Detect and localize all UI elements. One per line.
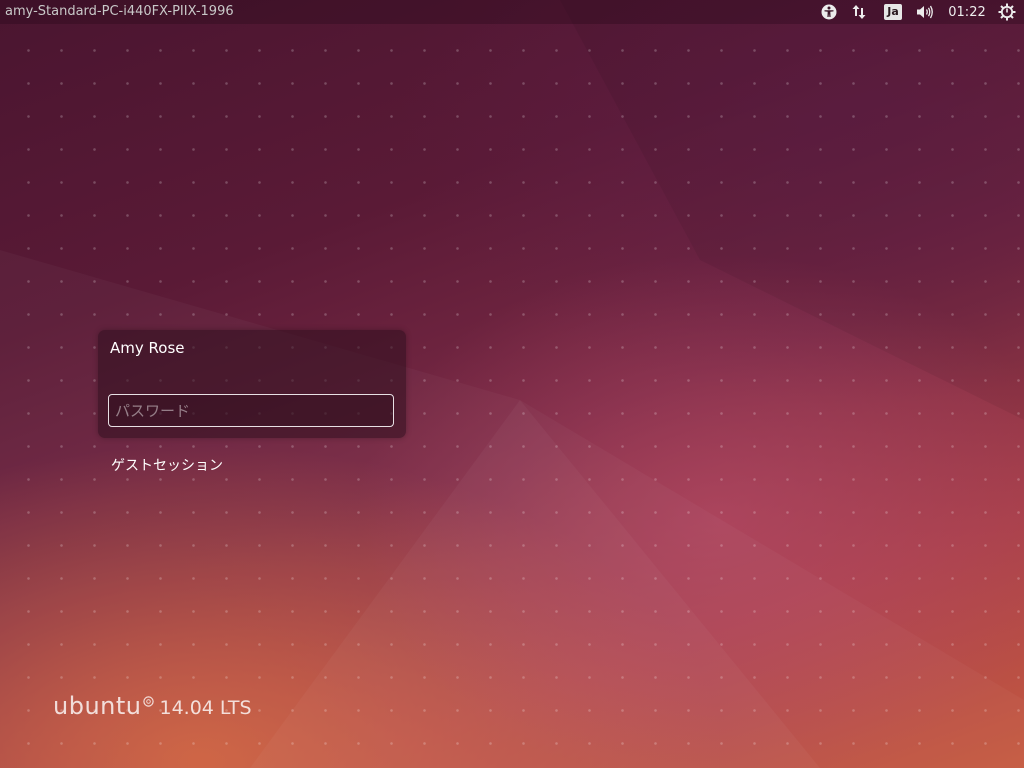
clock[interactable]: 01:22 bbox=[944, 0, 990, 24]
ubuntu-version-label: 14.04 LTS bbox=[159, 697, 252, 719]
hostname-label: amy-Standard-PC-i440FX-PIIX-1996 bbox=[5, 4, 234, 19]
login-screen: amy-Standard-PC-i440FX-PIIX-1996 Ja 01:2… bbox=[0, 0, 1024, 768]
keyboard-layout-label: Ja bbox=[884, 4, 902, 20]
network-arrows-icon bbox=[852, 5, 866, 19]
session-indicator[interactable] bbox=[995, 0, 1019, 24]
login-card: Amy Rose bbox=[98, 330, 406, 438]
sound-indicator[interactable] bbox=[913, 0, 937, 24]
speaker-volume-icon bbox=[917, 5, 933, 19]
ubuntu-branding: ubuntu 14.04 LTS bbox=[53, 692, 252, 720]
accessibility-icon bbox=[821, 4, 837, 20]
top-panel: amy-Standard-PC-i440FX-PIIX-1996 Ja 01:2… bbox=[0, 0, 1024, 24]
guest-session-link[interactable]: ゲストセッション bbox=[111, 455, 223, 475]
clock-label: 01:22 bbox=[948, 4, 986, 20]
ubuntu-circle-of-friends-icon bbox=[142, 696, 154, 707]
network-indicator[interactable] bbox=[849, 0, 869, 24]
user-name-label[interactable]: Amy Rose bbox=[110, 339, 185, 357]
password-input[interactable] bbox=[108, 394, 394, 427]
ubuntu-wordmark: ubuntu bbox=[53, 692, 142, 720]
keyboard-layout-indicator[interactable]: Ja bbox=[880, 0, 906, 24]
accessibility-indicator[interactable] bbox=[818, 0, 840, 24]
power-gear-icon bbox=[998, 3, 1016, 21]
